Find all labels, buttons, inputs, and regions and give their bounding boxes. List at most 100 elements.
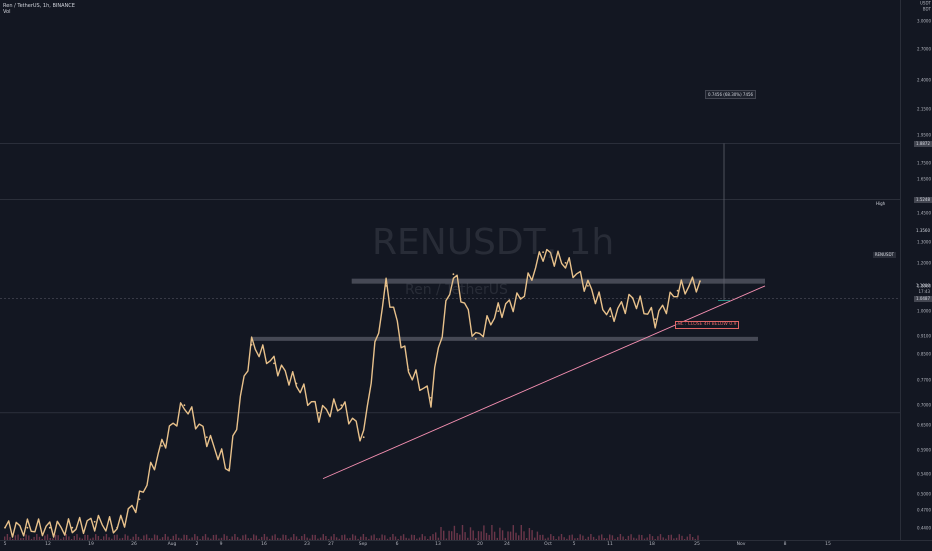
price-point	[138, 498, 141, 501]
symbol-title[interactable]: Ren / TetherUS, 1h, BINANCE	[3, 3, 75, 9]
volume-bar	[443, 530, 445, 540]
price-tick: 0.7700	[917, 377, 931, 383]
time-tick: 16	[261, 542, 267, 547]
price-tick: 1.7500	[917, 160, 931, 166]
price-point	[26, 526, 29, 529]
price-point	[519, 297, 522, 300]
price-tag-high: 1.3560	[916, 227, 930, 233]
price-point	[116, 526, 118, 529]
volume-bar	[440, 527, 442, 540]
time-tick: 18	[649, 542, 655, 547]
volume-bar	[501, 530, 504, 540]
price-tick: 2.4000	[917, 77, 931, 83]
price-point	[587, 285, 589, 287]
price-point	[564, 262, 567, 264]
volume-bar	[461, 525, 464, 540]
price-tick: 1.4500	[917, 210, 931, 216]
price-tick: 0.9100	[917, 333, 931, 339]
volume-bar	[507, 531, 509, 540]
resistance-zone	[351, 278, 765, 284]
time-tick: 25	[694, 542, 700, 547]
price-series	[4, 248, 701, 538]
price-point	[474, 338, 477, 340]
price-point	[4, 526, 6, 529]
ascending-trendline	[322, 285, 766, 480]
price-point	[542, 251, 544, 254]
price-tick: 2.1500	[917, 106, 931, 112]
price-tick: 1.9500	[917, 132, 931, 138]
pair-tag: RENUSDT	[872, 252, 896, 258]
time-tick: 5	[572, 542, 576, 547]
volume-label[interactable]: Vol	[3, 9, 75, 15]
price-point	[362, 436, 365, 439]
price-tag-countdown: 17:43	[918, 289, 930, 294]
time-tick: 23	[304, 542, 310, 547]
volume-bar	[435, 532, 437, 540]
price-point	[93, 520, 96, 523]
support-zone	[251, 336, 758, 341]
price-point	[430, 396, 432, 399]
time-tick: 2	[195, 542, 199, 547]
price-tick: 1.2000	[917, 260, 931, 266]
chart-header: Ren / TetherUS, 1h, BINANCE Vol	[3, 3, 75, 15]
price-tick: 0.4400	[917, 525, 931, 531]
time-tick: 26	[131, 542, 137, 547]
measure-label[interactable]: 0.7456 (68.30%) 7456	[705, 90, 757, 99]
price-point	[48, 526, 51, 529]
volume-bar	[512, 525, 514, 540]
time-tick: 5	[3, 542, 7, 547]
price-tick: 0.6500	[917, 422, 931, 428]
price-point	[631, 297, 634, 300]
time-tick: Sep	[358, 542, 368, 547]
high-label: High	[876, 201, 886, 206]
stop-loss-label[interactable]: SL : CLOSE 4H BELOW 0.9	[675, 321, 740, 329]
price-point	[273, 362, 275, 365]
price-tick: 0.5000	[917, 491, 931, 497]
time-tick: 15	[825, 542, 831, 547]
price-tick: 0.5900	[917, 447, 931, 453]
volume-bar	[480, 531, 482, 540]
time-axis[interactable]: 5 12 19 26 Aug 2 9 16 23 27 Sep 6 13 20 24 Oct 5 11 18 25 No…	[0, 540, 932, 551]
price-axis[interactable]: USDT BDT 3.0000 2.7000 2.4000 2.1500 1.9500 1…	[900, 0, 932, 540]
time-tick: 11	[607, 542, 613, 547]
price-point	[452, 273, 455, 276]
price-tick: 0.7000	[917, 402, 931, 408]
volume-bar	[528, 528, 531, 540]
price-point	[183, 404, 186, 407]
volume-bar	[491, 525, 493, 540]
price-point	[161, 445, 163, 447]
price-point	[699, 280, 701, 282]
price-tick: 0.4700	[917, 507, 931, 513]
price-axis-unit-secondary: BDT	[922, 6, 931, 12]
volume-bar	[477, 531, 480, 540]
volume-bar	[520, 525, 522, 540]
price-chart[interactable]	[0, 0, 900, 540]
time-tick: 24	[504, 542, 510, 547]
volume-bar	[451, 531, 453, 540]
price-tick: 2.7000	[917, 46, 931, 52]
volume-bar	[453, 525, 456, 540]
volume-bar	[469, 527, 472, 540]
price-point	[654, 318, 657, 320]
price-tag-mid-line: 1.5248	[914, 196, 932, 203]
price-tick: 1.6500	[917, 176, 931, 182]
time-tick: 8	[783, 542, 787, 547]
volume-bar	[448, 530, 450, 540]
volume-bar	[464, 532, 466, 540]
time-tick: 20	[477, 542, 483, 547]
time-tick: 19	[88, 542, 94, 547]
price-tag-top-line: 1.8872	[914, 140, 932, 147]
price-axis-unit: USDT	[920, 0, 931, 6]
volume-bar	[515, 532, 517, 540]
chart-area[interactable]: Ren / TetherUS, 1h, BINANCE Vol RENUSDT,…	[0, 0, 900, 540]
time-tick: 6	[395, 542, 399, 547]
price-tag-resistance: 1.1000	[916, 282, 930, 288]
price-point	[385, 285, 387, 287]
price-point	[609, 315, 612, 318]
price-tick: 0.8500	[917, 351, 931, 357]
time-tick: 13	[435, 542, 441, 547]
volume-bar	[472, 530, 474, 540]
price-tick: 0.5400	[917, 471, 931, 477]
volume-bar	[456, 533, 458, 540]
volume-bar	[509, 531, 512, 540]
